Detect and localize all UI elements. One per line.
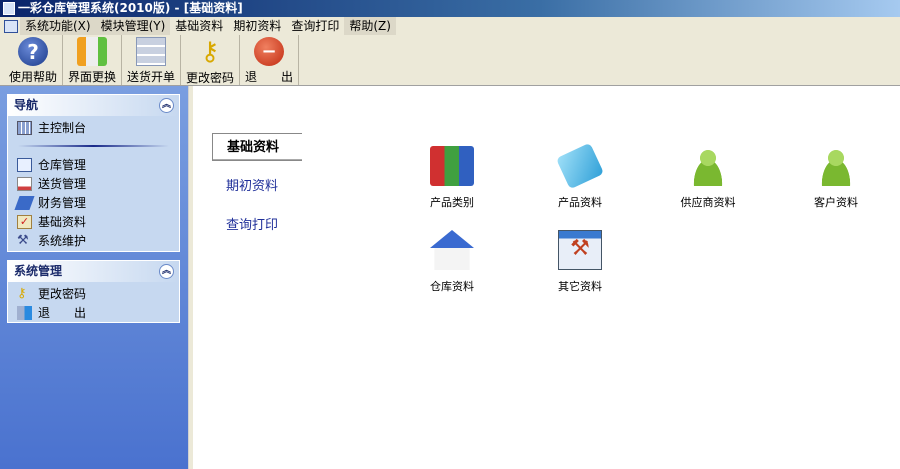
system-panel: 系统管理 ︽ ⚷ 更改密码 退 出: [7, 260, 180, 323]
module-label: 产品类别: [430, 196, 474, 209]
module-supplier[interactable]: 供应商资料: [658, 146, 758, 210]
switch-ui-button[interactable]: 界面更换: [63, 35, 122, 85]
module-label: 供应商资料: [680, 196, 736, 209]
menu-initial-data[interactable]: 期初资料: [228, 17, 286, 35]
main-content: 基础资料 期初资料 查询打印 产品类别 产品资料 供应商资料 客户资料 仓库资料…: [193, 86, 900, 469]
module-product-category[interactable]: 产品类别: [402, 146, 502, 210]
menu-modules[interactable]: 模块管理(Y): [95, 17, 171, 35]
nav-item-finance[interactable]: 财务管理: [8, 193, 179, 212]
menu-query-print[interactable]: 查询打印: [286, 17, 344, 35]
calendar-icon: [17, 120, 32, 135]
help-icon: ?: [18, 37, 48, 66]
tab-basic-data[interactable]: 基础资料: [212, 133, 302, 161]
system-title: 系统管理: [14, 264, 63, 278]
exit-icon: −: [254, 37, 284, 66]
binders-icon: [430, 146, 474, 186]
collapse-icon[interactable]: ︽: [159, 98, 174, 113]
app-icon: [3, 2, 15, 15]
menu-basic-data[interactable]: 基础资料: [170, 17, 228, 35]
key-icon: ⚷: [17, 285, 27, 301]
delivery-order-button[interactable]: 送货开单: [122, 35, 181, 85]
tab-initial-data[interactable]: 期初资料: [212, 173, 302, 201]
list-icon: [136, 37, 166, 66]
help-button[interactable]: ? 使用帮助: [4, 35, 63, 85]
menu-bar: 系统功能(X) 模块管理(Y) 基础资料 期初资料 查询打印 帮助(Z): [0, 17, 900, 35]
sys-item-label: 退 出: [38, 306, 87, 320]
change-password-label: 更改密码: [185, 71, 234, 85]
change-password-button[interactable]: ⚷ 更改密码: [181, 35, 240, 85]
hammer-icon: ⚒: [17, 232, 29, 248]
sidebar: 导航 ︽ 主控制台 仓库管理 送货管理 财务管理 ✓ 基础资料 ⚒ 系统维护 系统管理…: [0, 86, 188, 469]
tools-icon: ⚒: [558, 230, 602, 270]
nav-item-label: 系统维护: [38, 234, 87, 248]
module-label: 其它资料: [558, 280, 602, 293]
nav-item-maintenance[interactable]: ⚒ 系统维护: [8, 231, 179, 250]
delivery-order-label: 送货开单: [126, 70, 175, 84]
nav-title: 导航: [14, 98, 39, 112]
nav-item-console[interactable]: 主控制台: [8, 118, 179, 137]
users-icon: [686, 146, 730, 186]
checklist-icon: ✓: [17, 214, 32, 229]
nav-item-label: 基础资料: [38, 215, 87, 229]
key-icon: ⚷: [200, 37, 220, 67]
nav-item-label: 送货管理: [38, 177, 87, 191]
house-icon: [430, 230, 474, 270]
module-label: 产品资料: [558, 196, 602, 209]
nav-item-basic-data[interactable]: ✓ 基础资料: [8, 212, 179, 231]
system-panel-header[interactable]: 系统管理 ︽: [8, 261, 179, 282]
module-label: 仓库资料: [430, 280, 474, 293]
nav-item-label: 仓库管理: [38, 158, 87, 172]
help-label: 使用帮助: [8, 70, 57, 84]
users-icon: [814, 146, 858, 186]
switch-ui-label: 界面更换: [67, 70, 116, 84]
nav-item-label: 主控制台: [38, 121, 87, 135]
nav-panel: 导航 ︽ 主控制台 仓库管理 送货管理 财务管理 ✓ 基础资料 ⚒ 系统维护: [7, 94, 180, 252]
sys-item-exit[interactable]: 退 出: [8, 303, 179, 322]
tab-query-print[interactable]: 查询打印: [212, 212, 302, 240]
menu-system[interactable]: 系统功能(X): [20, 17, 96, 35]
module-other[interactable]: ⚒ 其它资料: [530, 230, 630, 294]
exit-button[interactable]: − 退 出: [240, 35, 299, 85]
sys-item-change-password[interactable]: ⚷ 更改密码: [8, 284, 179, 303]
switch-icon: [77, 37, 107, 66]
nav-item-label: 财务管理: [38, 196, 87, 210]
nav-item-warehouse[interactable]: 仓库管理: [8, 155, 179, 174]
nav-panel-header[interactable]: 导航 ︽: [8, 95, 179, 116]
nav-item-delivery[interactable]: 送货管理: [8, 174, 179, 193]
sys-item-label: 更改密码: [38, 287, 87, 301]
module-label: 客户资料: [814, 196, 858, 209]
document-icon: [17, 176, 32, 191]
title-bar: 一彩仓库管理系统(2010版) - [基础资料]: [0, 0, 900, 17]
book-icon: [14, 195, 35, 210]
window-icon: [17, 157, 32, 172]
exit-label: 退 出: [244, 70, 293, 84]
exit-door-icon: [17, 305, 32, 320]
window-title: 一彩仓库管理系统(2010版) - [基础资料]: [18, 1, 243, 15]
module-warehouse[interactable]: 仓库资料: [402, 230, 502, 294]
divider: [18, 145, 169, 147]
menu-help[interactable]: 帮助(Z): [344, 17, 396, 35]
module-product-info[interactable]: 产品资料: [530, 142, 630, 210]
tag-icon: [555, 142, 605, 190]
collapse-icon[interactable]: ︽: [159, 264, 174, 279]
menu-app-icon[interactable]: [4, 19, 18, 33]
module-customer[interactable]: 客户资料: [786, 146, 886, 210]
toolbar: ? 使用帮助 界面更换 送货开单 ⚷ 更改密码 − 退 出: [0, 35, 900, 86]
